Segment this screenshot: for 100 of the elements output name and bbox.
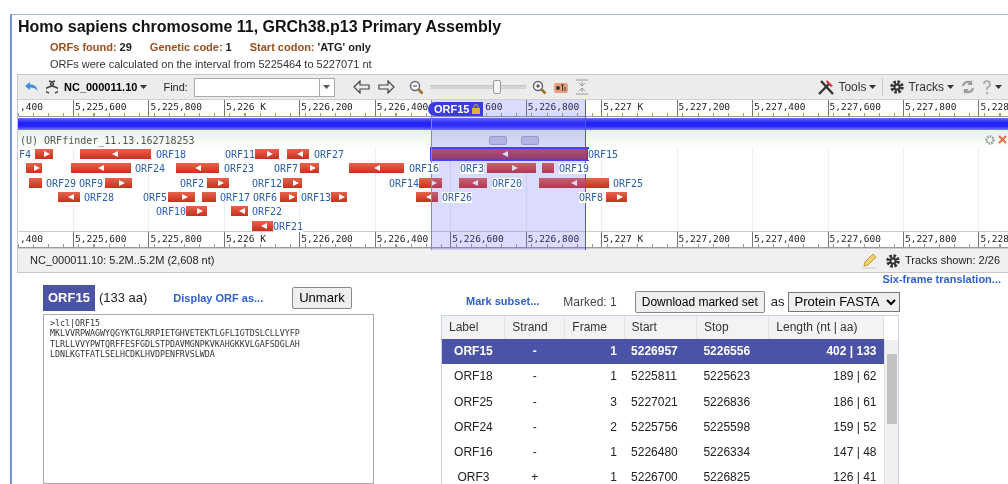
sequence-dropdown[interactable]: NC_000011.10 <box>64 78 148 96</box>
orf-label[interactable]: ORF19 <box>559 163 590 175</box>
orf-label[interactable]: ORF14 <box>389 177 420 189</box>
orf-bar[interactable] <box>202 192 216 203</box>
orf-label[interactable]: ORF22 <box>252 206 283 218</box>
orf-bar[interactable] <box>331 192 347 203</box>
table-cell-text: 2 <box>609 418 619 436</box>
format-select[interactable]: Protein FASTA <box>787 291 900 312</box>
lock-icon <box>472 104 481 115</box>
orf-bar[interactable] <box>58 192 80 203</box>
orf-bar[interactable] <box>419 177 442 188</box>
orf-label[interactable]: ORF23 <box>224 163 255 175</box>
orf-label[interactable]: ORF3 <box>460 163 485 175</box>
orf-bar[interactable] <box>105 177 132 188</box>
find-field[interactable] <box>193 77 320 97</box>
orf-bar[interactable] <box>287 149 309 160</box>
summary-label: Start codon: <box>249 40 315 56</box>
status-text: NC_000011.10: 5.2M..5.2M (2,608 nt) <box>30 253 215 269</box>
help-icon <box>982 79 992 96</box>
orf-label[interactable]: ORF5 <box>143 192 168 204</box>
mark-subset-link[interactable]: Mark subset... <box>466 293 540 310</box>
orf-label[interactable]: ORF6 <box>253 192 278 204</box>
chain-icon[interactable] <box>46 79 58 96</box>
column-header: Length (nt | aa) <box>768 315 884 339</box>
orf-bar[interactable] <box>606 192 627 203</box>
unmark-button[interactable]: Unmark <box>292 286 352 309</box>
orf-label[interactable]: ORF25 <box>613 177 644 189</box>
orf-label[interactable]: ORF17 <box>220 192 251 204</box>
orf-bar[interactable] <box>26 163 42 174</box>
scrollbar-thumb[interactable] <box>886 353 897 424</box>
orf-bar[interactable] <box>459 177 487 188</box>
orf-label[interactable]: ORF12 <box>252 177 283 189</box>
orf-label[interactable]: ORF7 <box>274 163 299 175</box>
orf-bar[interactable] <box>186 206 207 217</box>
orf-bar[interactable] <box>542 163 554 174</box>
table-cell-text: 5226480 <box>630 443 679 461</box>
table-row[interactable]: ORF16 - 1 5226480 5226334 147 | 48 <box>442 439 884 465</box>
orf-bar[interactable] <box>231 206 248 217</box>
orf-label[interactable]: ORF11 <box>225 149 256 161</box>
orf-bar[interactable] <box>252 220 273 231</box>
six-frame-link[interactable]: Six-frame translation... <box>882 271 1001 288</box>
orf-bar[interactable] <box>416 192 438 203</box>
zoom-out-icon[interactable] <box>408 79 424 95</box>
orf-label[interactable]: ORF26 <box>442 192 473 204</box>
orf-label[interactable]: ORF18 <box>156 149 187 161</box>
help-menu[interactable] <box>982 79 1002 96</box>
sequence-icon[interactable] <box>552 80 569 95</box>
orf-bar[interactable] <box>283 177 302 188</box>
orf-label[interactable]: ORF27 <box>314 149 345 161</box>
orf-bar[interactable] <box>71 163 131 174</box>
orf-bar[interactable] <box>280 192 297 203</box>
orf-bar[interactable] <box>539 177 609 188</box>
orf-label[interactable]: F4 <box>19 149 32 161</box>
forward-arrow-icon[interactable] <box>376 80 395 95</box>
orf-label[interactable]: ORF24 <box>135 163 166 175</box>
orf-bar[interactable] <box>176 163 219 174</box>
scrollbar[interactable] <box>884 339 898 484</box>
summary-label: Genetic code: <box>149 40 223 56</box>
orf-label[interactable]: ORF10 <box>156 206 187 218</box>
display-orf-link[interactable]: Display ORF as... <box>173 289 264 307</box>
orf-bar[interactable] <box>29 177 42 188</box>
tools-menu[interactable]: Tools <box>817 78 877 97</box>
gear-icon[interactable] <box>885 252 902 269</box>
back-arrow-icon[interactable] <box>352 80 371 95</box>
download-button[interactable]: Download marked set <box>634 290 765 313</box>
summary-value: 'ATG' only <box>317 40 371 56</box>
orf-label[interactable]: ORF28 <box>84 192 115 204</box>
orf-label[interactable]: ORF21 <box>273 220 304 232</box>
orf-bar[interactable] <box>207 177 229 188</box>
orf-bar[interactable] <box>349 163 404 174</box>
summary-value: 1 <box>225 40 232 56</box>
table-cell: ORF18 <box>442 363 505 389</box>
orf-label[interactable]: ORF16 <box>409 163 440 175</box>
table-row[interactable]: ORF18 - 1 5225811 5225623 189 | 62 <box>442 363 884 389</box>
orf-label[interactable]: ORF2 <box>180 177 205 189</box>
orf-label[interactable]: ORF9 <box>79 177 104 189</box>
table-row[interactable]: ORF24 - 2 5225756 5225598 159 | 52 <box>442 414 884 440</box>
table-cell-text: 126 | 41 <box>832 469 878 484</box>
orf-bar[interactable] <box>300 163 319 174</box>
zoom-slider-thumb[interactable] <box>493 80 502 95</box>
tools-icon <box>817 79 836 96</box>
zoom-in-icon[interactable] <box>531 79 547 95</box>
ruler-tick-label: 5,227,400 <box>752 100 806 117</box>
orf-label[interactable]: ORF29 <box>46 177 77 189</box>
orf-bar[interactable] <box>168 192 195 203</box>
orf-bar[interactable] <box>35 149 53 160</box>
table-cell-text: 1 <box>609 443 619 461</box>
orf-label[interactable]: ORF13 <box>301 192 332 204</box>
orf-label[interactable]: ORF20 <box>492 177 523 189</box>
orf-label[interactable]: ORF15 <box>588 149 619 161</box>
table-row[interactable]: ORF3 + 1 5226700 5226825 126 | 41 <box>442 464 884 484</box>
table-row[interactable]: ORF15 - 1 5226957 5226556 402 | 133 <box>442 338 884 364</box>
orf-bar[interactable] <box>254 149 279 160</box>
table-row[interactable]: ORF25 - 3 5227021 5226836 186 | 61 <box>442 389 884 415</box>
close-icon[interactable] <box>998 135 1007 145</box>
orf-bar[interactable] <box>80 149 151 160</box>
sequence-text[interactable]: >lcl|ORF15 MKLVVRPWAGWYQGYKTGLRRPIETGHVETEKTLGFLIGTDSLCLLVYFP TLRLLVVYPWTQRFFESFGDLSTPDAVMGNPKVKAHGKKVLGAFSDGLAH LDNLKGTFATLSELHCDKLHVDPENFRVSLWDA <box>43 313 374 484</box>
orf-bar[interactable] <box>487 163 536 174</box>
tracks-menu[interactable]: Tracks <box>882 78 954 97</box>
orf-label[interactable]: ORF8 <box>579 192 604 204</box>
